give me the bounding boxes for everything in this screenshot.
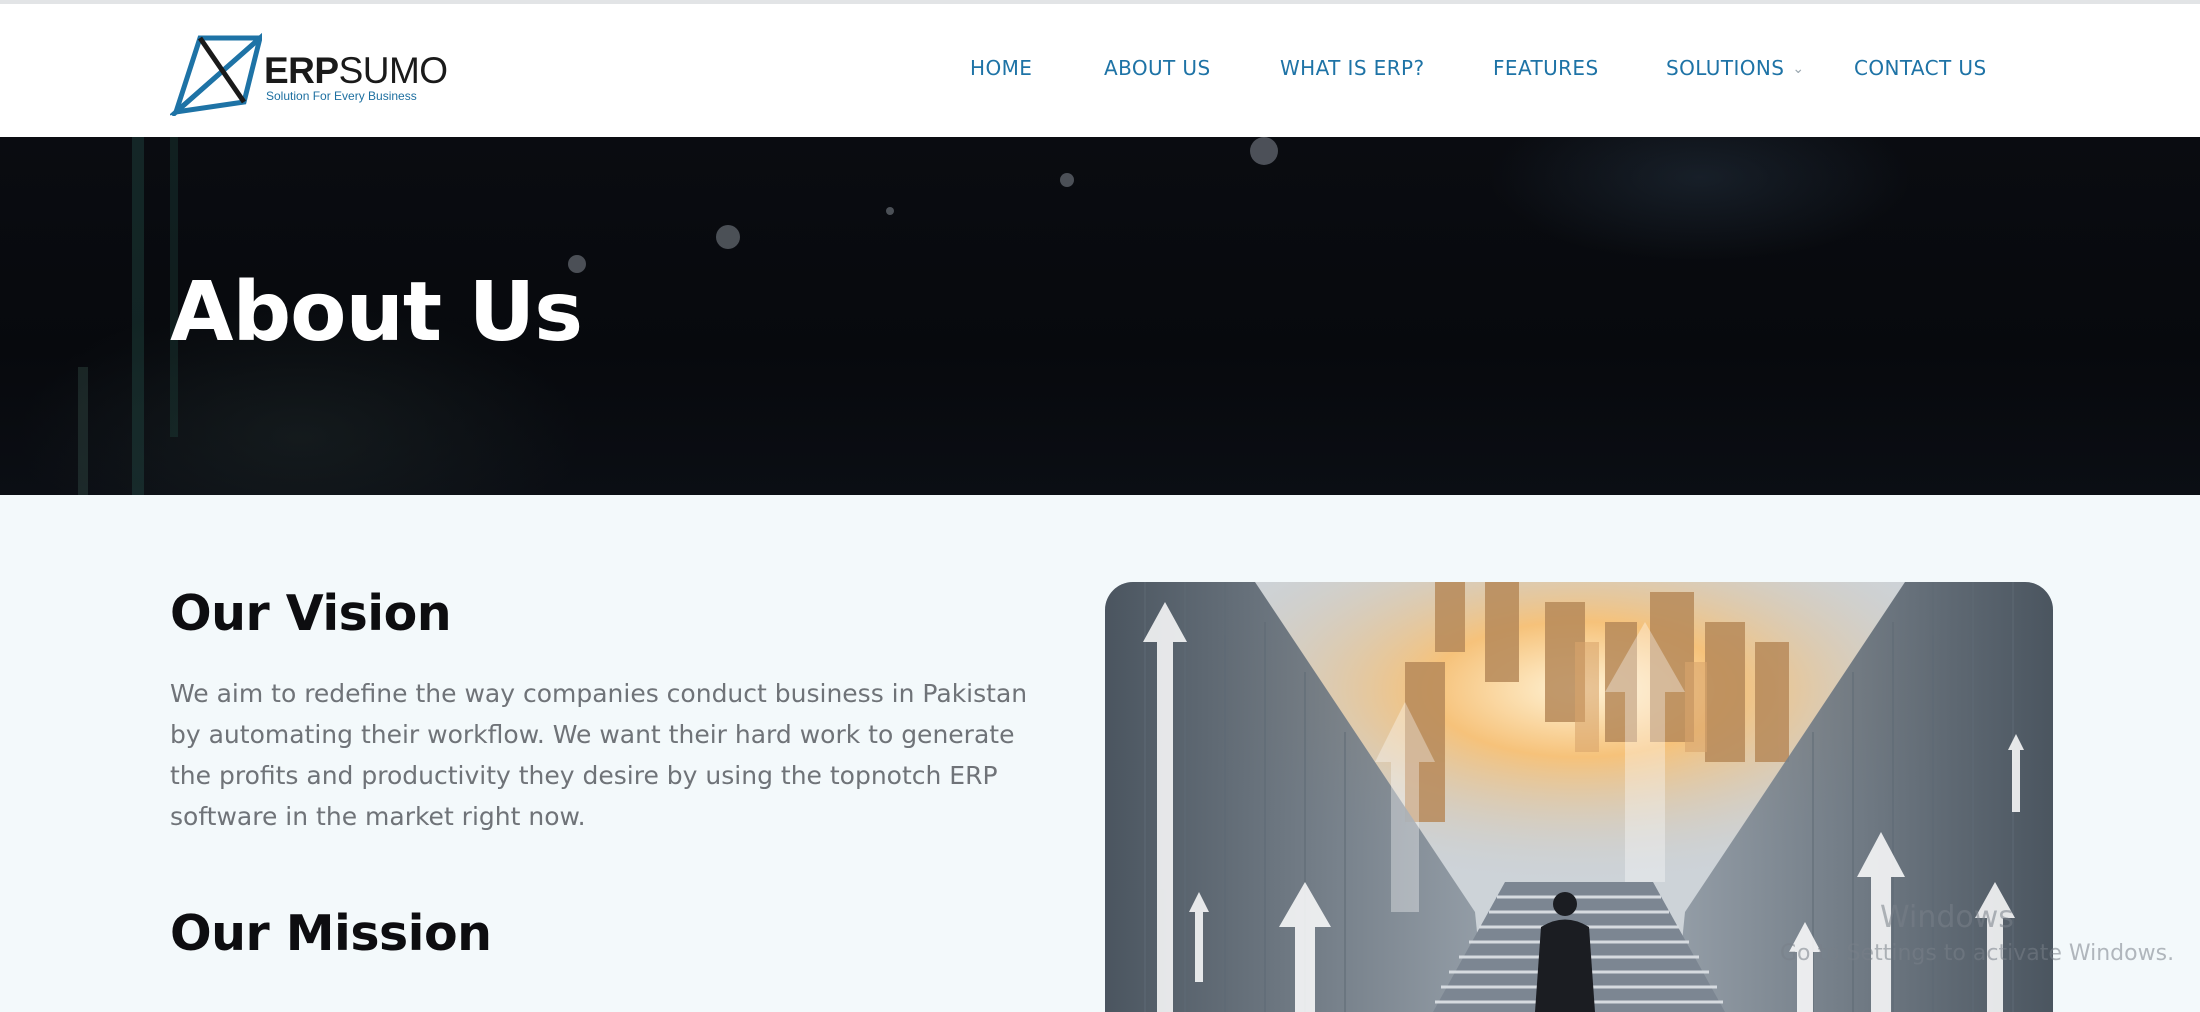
logo-name-bold: ERP [264, 50, 339, 91]
nav-contact-us-label: CONTACT US [1854, 56, 1987, 80]
nav-what-is-erp-label: WHAT IS ERP? [1280, 56, 1425, 80]
nav-solutions-label: SOLUTIONS [1666, 56, 1785, 80]
nav-contact-us[interactable]: CONTACT US [1854, 56, 1987, 80]
nav-home-label: HOME [970, 56, 1033, 80]
hero-banner: About Us [0, 137, 2200, 495]
nav-features[interactable]: FEATURES [1493, 56, 1599, 80]
logo-wordmark: ERPSUMO [264, 50, 448, 92]
windows-activation-watermark-text: Go to Settings to activate Windows. [1780, 941, 2175, 966]
nav-solutions[interactable]: SOLUTIONS ⌄ [1666, 56, 1804, 80]
mission-heading: Our Mission [170, 905, 492, 962]
hero-bokeh-dot [1060, 173, 1074, 187]
vision-paragraph: We aim to redefine the way companies con… [170, 679, 1028, 831]
nav-what-is-erp[interactable]: WHAT IS ERP? [1280, 56, 1424, 80]
logo-tagline: Solution For Every Business [266, 89, 417, 103]
vision-heading: Our Vision [170, 585, 452, 642]
site-header: ERPSUMO Solution For Every Business HOME… [0, 4, 2200, 137]
hero-bokeh-dot [886, 207, 894, 215]
logo-mark-icon [170, 32, 262, 116]
page-title: About Us [170, 265, 583, 360]
about-content: Our Vision We aim to redefine the way co… [0, 495, 2200, 1012]
hero-light-streak [132, 137, 144, 495]
chevron-down-icon: ⌄ [1792, 61, 1805, 77]
site-logo[interactable]: ERPSUMO Solution For Every Business [170, 32, 448, 116]
hero-light-streak [78, 367, 88, 495]
nav-home[interactable]: HOME [970, 56, 1032, 80]
logo-name-regular: SUMO [338, 50, 449, 91]
nav-about-us[interactable]: ABOUT US [1104, 56, 1211, 80]
hero-bokeh-dot [1250, 137, 1278, 165]
hero-bokeh-dot [716, 225, 740, 249]
nav-features-label: FEATURES [1493, 56, 1599, 80]
windows-activation-watermark-title: Windows [1880, 900, 2014, 935]
nav-about-us-label: ABOUT US [1104, 56, 1211, 80]
